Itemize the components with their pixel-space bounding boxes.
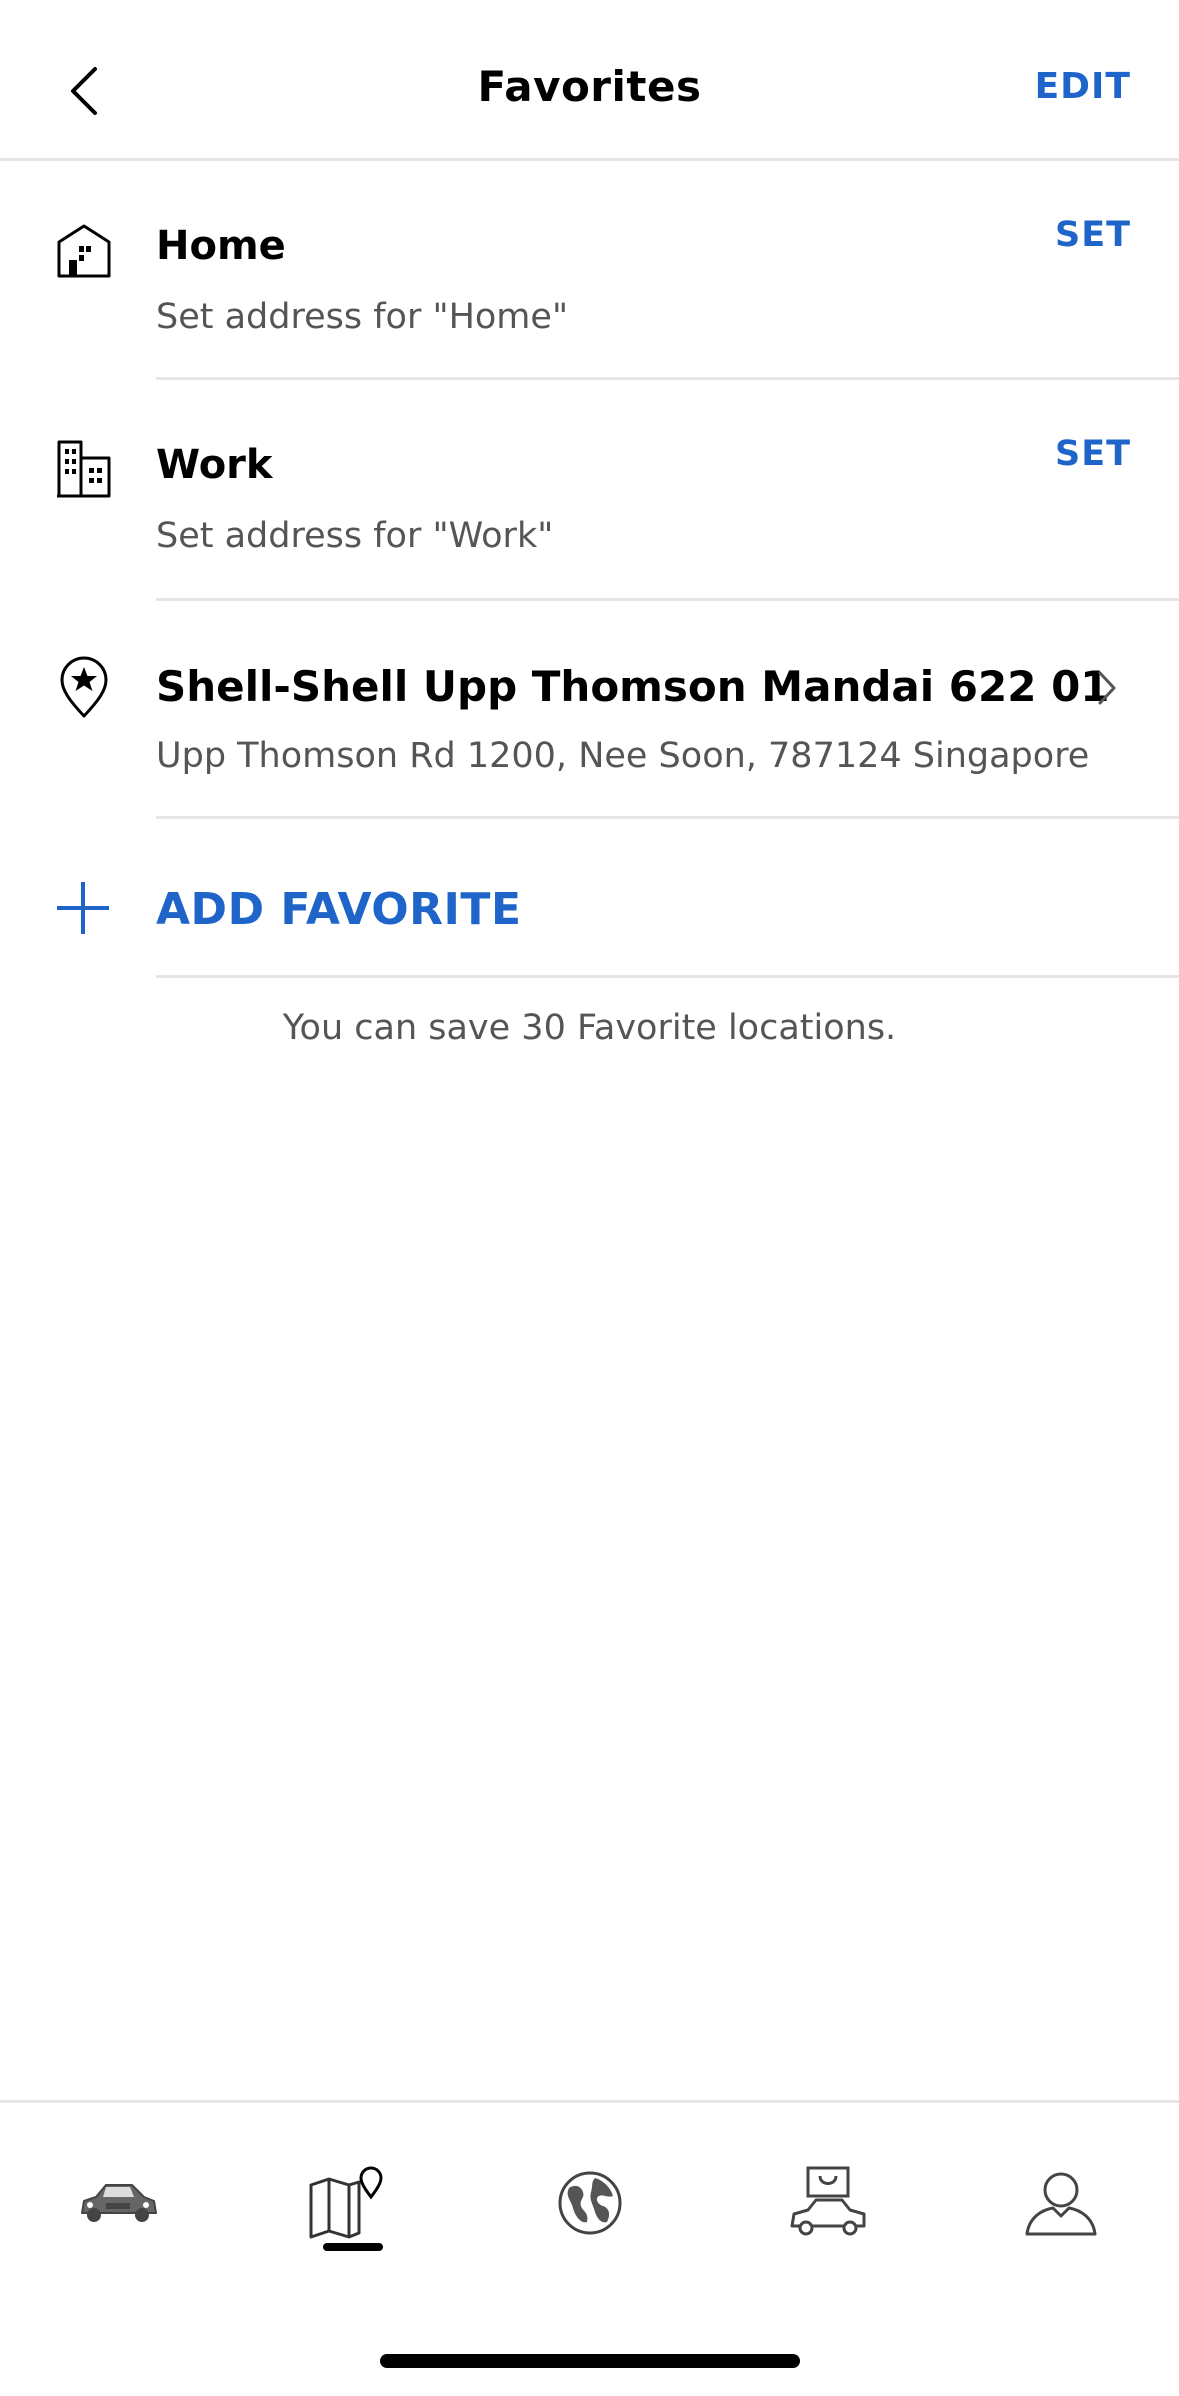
favorite-subtitle: Upp Thomson Rd 1200, Nee Soon, 787124 Si…: [156, 736, 1090, 776]
favorite-name: Shell-Shell Upp Thomson Mandai 622 01: [156, 662, 1110, 711]
home-indicator[interactable]: [380, 2354, 800, 2368]
favorite-name: Work: [156, 442, 273, 488]
favorite-row-work[interactable]: Work Set address for "Work" SET: [0, 380, 1179, 601]
tab-profile[interactable]: [1006, 2148, 1116, 2258]
tab-shop[interactable]: [773, 2148, 883, 2258]
favorite-subtitle: Set address for "Home": [156, 297, 569, 337]
set-home-button[interactable]: SET: [1055, 215, 1131, 255]
page-title: Favorites: [477, 62, 702, 111]
house-icon: [52, 219, 116, 283]
favorite-subtitle: Set address for "Work": [156, 516, 554, 556]
divider: [156, 816, 1179, 819]
nav-header: Favorites EDIT: [0, 0, 1179, 161]
building-icon: [52, 436, 116, 500]
car-icon: [81, 2184, 157, 2222]
favorite-name: Home: [156, 223, 286, 269]
edit-button[interactable]: EDIT: [1035, 66, 1131, 107]
favorites-limit-note: You can save 30 Favorite locations.: [282, 1008, 897, 1048]
plus-icon: [57, 882, 109, 934]
chevron-right-icon: [1087, 668, 1127, 708]
map-pin-icon: [309, 2166, 383, 2239]
bottom-tab-bar: [0, 2100, 1179, 2396]
star-pin-icon: [52, 656, 116, 720]
add-favorite-button[interactable]: ADD FAVORITE: [0, 820, 1179, 980]
tab-map[interactable]: [297, 2148, 407, 2258]
divider: [156, 975, 1179, 978]
add-favorite-label: ADD FAVORITE: [156, 884, 522, 935]
person-icon: [1025, 2172, 1097, 2236]
globe-icon: [558, 2171, 622, 2235]
favorite-row-home[interactable]: Home Set address for "Home" SET: [0, 161, 1179, 381]
tab-vehicle[interactable]: [63, 2148, 173, 2258]
tab-explore[interactable]: [535, 2148, 645, 2258]
favorite-row-shell[interactable]: Shell-Shell Upp Thomson Mandai 622 01 Up…: [0, 600, 1179, 820]
set-work-button[interactable]: SET: [1055, 434, 1131, 474]
selected-tab-indicator: [323, 2243, 383, 2251]
car-shop-icon: [790, 2166, 866, 2236]
